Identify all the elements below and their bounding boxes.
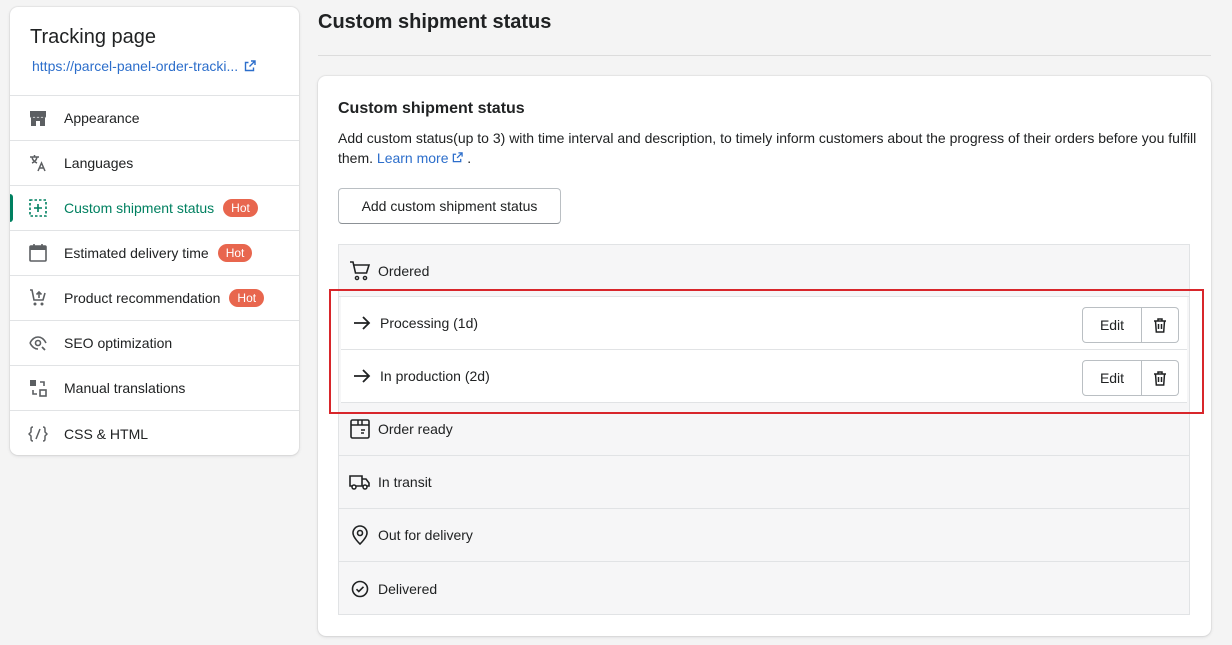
add-status-icon (28, 198, 48, 218)
status-label: Out for delivery (378, 527, 473, 543)
sidebar-item-label: Manual translations (64, 380, 186, 396)
seo-eye-icon (28, 333, 48, 353)
sidebar-item-product-recommendation[interactable]: Product recommendation Hot (10, 276, 299, 321)
row-actions: Edit (1082, 360, 1179, 396)
sidebar-item-label: SEO optimization (64, 335, 173, 351)
learn-more-link[interactable]: Learn more (377, 150, 467, 166)
trash-icon (1154, 370, 1166, 386)
custom-status-card: Custom shipment status Add custom status… (318, 76, 1211, 636)
translate-icon (28, 153, 48, 173)
truck-icon (349, 471, 371, 493)
sidebar-item-label: Product recommendation (64, 290, 221, 306)
store-icon (28, 108, 48, 128)
tracking-page-url[interactable]: https://parcel-panel-order-tracki... (32, 56, 238, 76)
delete-button[interactable] (1142, 360, 1179, 396)
edit-button[interactable]: Edit (1082, 307, 1142, 343)
hot-badge: Hot (229, 289, 265, 307)
description-end: . (467, 150, 472, 166)
delete-button[interactable] (1142, 307, 1179, 343)
card-description: Add custom status(up to 3) with time int… (338, 128, 1198, 168)
trash-icon (1154, 317, 1166, 333)
external-link-icon (453, 152, 464, 163)
sidebar-item-label: Estimated delivery time (64, 245, 209, 261)
status-label: Processing (1d) (380, 315, 479, 331)
arrow-right-icon (351, 365, 373, 387)
calendar-icon (28, 243, 48, 263)
sidebar-item-custom-shipment-status[interactable]: Custom shipment status Hot (10, 186, 299, 231)
page-title: Custom shipment status (318, 11, 552, 33)
sidebar-title: Tracking page (30, 26, 156, 48)
status-row-ordered: Ordered (339, 245, 1189, 297)
arrow-right-icon (351, 312, 373, 334)
check-circle-icon (349, 578, 371, 600)
status-label: In transit (378, 474, 432, 490)
sidebar-item-seo-optimization[interactable]: SEO optimization (10, 321, 299, 366)
location-pin-icon (349, 524, 371, 546)
sidebar: Tracking page https://parcel-panel-order… (10, 7, 299, 455)
sidebar-item-manual-translations[interactable]: Manual translations (10, 366, 299, 411)
status-label: Delivered (378, 580, 438, 597)
sidebar-header: Tracking page https://parcel-panel-order… (10, 7, 299, 96)
hot-badge: Hot (223, 199, 258, 217)
sidebar-item-estimated-delivery-time[interactable]: Estimated delivery time Hot (10, 231, 299, 276)
learn-more-label[interactable]: Learn more (377, 150, 449, 166)
status-list: Ordered Processing (1d) Edit In producti… (338, 244, 1190, 615)
tracking-page-link[interactable]: https://parcel-panel-order-tracki... (32, 56, 279, 76)
external-link-icon (245, 60, 256, 72)
sidebar-item-css-html[interactable]: CSS & HTML (10, 411, 299, 455)
divider (318, 55, 1211, 56)
status-label: Ordered (378, 262, 430, 279)
edit-button[interactable]: Edit (1082, 360, 1142, 396)
hot-badge: Hot (217, 244, 253, 262)
sidebar-item-appearance[interactable]: Appearance (10, 96, 299, 141)
status-row-in-transit: In transit (339, 456, 1189, 509)
status-row-out-for-delivery: Out for delivery (339, 509, 1189, 562)
sidebar-item-label: CSS & HTML (64, 425, 149, 442)
sidebar-item-languages[interactable]: Languages (10, 141, 299, 186)
sidebar-item-label: Languages (64, 155, 134, 171)
status-row-delivered: Delivered (339, 562, 1189, 615)
package-icon (349, 418, 371, 440)
code-icon (28, 424, 48, 444)
product-upload-icon (28, 288, 48, 308)
status-row-processing: Processing (1d) Edit (341, 297, 1187, 350)
status-row-order-ready: Order ready (339, 403, 1189, 456)
translation-swap-icon (28, 378, 48, 398)
add-custom-status-button[interactable]: Add custom shipment status (338, 188, 561, 224)
cart-icon (349, 260, 371, 282)
card-title: Custom shipment status (338, 100, 525, 117)
status-label: In production (2d) (380, 368, 490, 384)
row-actions: Edit (1082, 307, 1179, 343)
sidebar-item-label: Custom shipment status (64, 200, 215, 216)
status-row-in-production: In production (2d) Edit (341, 350, 1187, 403)
status-label: Order ready (378, 421, 453, 437)
sidebar-item-label: Appearance (64, 110, 140, 126)
